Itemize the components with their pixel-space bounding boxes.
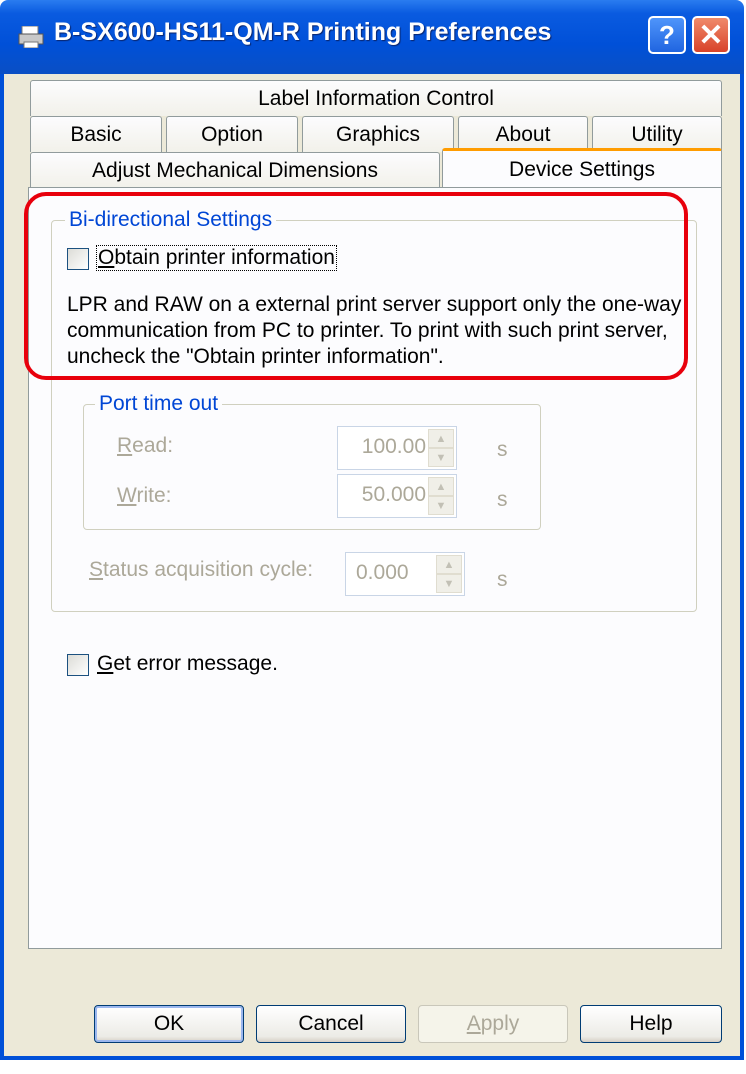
tab-utility[interactable]: Utility bbox=[592, 116, 722, 152]
close-button[interactable]: ✕ bbox=[692, 16, 730, 54]
printing-preferences-window: B-SX600-HS11-QM-R Printing Preferences ?… bbox=[0, 0, 744, 1060]
get-error-message-checkbox[interactable] bbox=[67, 654, 89, 676]
printer-icon bbox=[18, 26, 44, 48]
spin-down-icon[interactable]: ▼ bbox=[428, 448, 454, 467]
cancel-button[interactable]: Cancel bbox=[256, 1005, 406, 1043]
write-unit: s bbox=[497, 488, 508, 511]
tab-option[interactable]: Option bbox=[166, 116, 298, 152]
spin-down-icon[interactable]: ▼ bbox=[436, 574, 462, 593]
read-label: Read: bbox=[117, 434, 174, 457]
spin-up-icon[interactable]: ▲ bbox=[428, 477, 454, 496]
port-timeout-legend: Port time out bbox=[95, 392, 223, 416]
question-icon: ? bbox=[659, 19, 675, 50]
tab-adjust-mechanical-dimensions[interactable]: Adjust Mechanical Dimensions bbox=[30, 152, 440, 188]
status-cycle-unit: s bbox=[497, 568, 508, 591]
port-timeout-groupbox bbox=[83, 404, 541, 530]
spin-up-icon[interactable]: ▲ bbox=[428, 429, 454, 448]
read-unit: s bbox=[497, 438, 508, 461]
title-bar[interactable]: B-SX600-HS11-QM-R Printing Preferences ?… bbox=[0, 0, 744, 74]
read-timeout-spinner[interactable]: 100.00 ▲ ▼ bbox=[337, 426, 457, 470]
help-button[interactable]: Help bbox=[580, 1005, 722, 1043]
write-timeout-value: 50.000 bbox=[361, 483, 426, 506]
write-timeout-spinner[interactable]: 50.000 ▲ ▼ bbox=[337, 474, 457, 518]
spin-down-icon[interactable]: ▼ bbox=[428, 496, 454, 515]
tab-about[interactable]: About bbox=[458, 116, 588, 152]
close-icon: ✕ bbox=[698, 18, 724, 52]
help-title-button[interactable]: ? bbox=[648, 16, 686, 54]
tab-label-information-control[interactable]: Label Information Control bbox=[30, 80, 722, 116]
status-cycle-spinner[interactable]: 0.000 ▲ ▼ bbox=[345, 552, 465, 596]
status-cycle-label: Status acquisition cycle: bbox=[89, 558, 314, 581]
read-timeout-value: 100.00 bbox=[361, 435, 426, 458]
ok-button[interactable]: OK bbox=[94, 1005, 244, 1043]
status-cycle-value: 0.000 bbox=[356, 561, 409, 584]
write-label: Write: bbox=[117, 484, 172, 507]
window-title: B-SX600-HS11-QM-R Printing Preferences bbox=[54, 18, 552, 46]
tab-graphics[interactable]: Graphics bbox=[302, 116, 454, 152]
highlight-annotation bbox=[24, 192, 688, 380]
tab-device-settings[interactable]: Device Settings bbox=[442, 148, 722, 188]
tab-basic[interactable]: Basic bbox=[30, 116, 162, 152]
get-error-message-label[interactable]: Get error message. bbox=[97, 652, 278, 676]
apply-button[interactable]: Apply bbox=[418, 1005, 568, 1043]
spin-up-icon[interactable]: ▲ bbox=[436, 555, 462, 574]
